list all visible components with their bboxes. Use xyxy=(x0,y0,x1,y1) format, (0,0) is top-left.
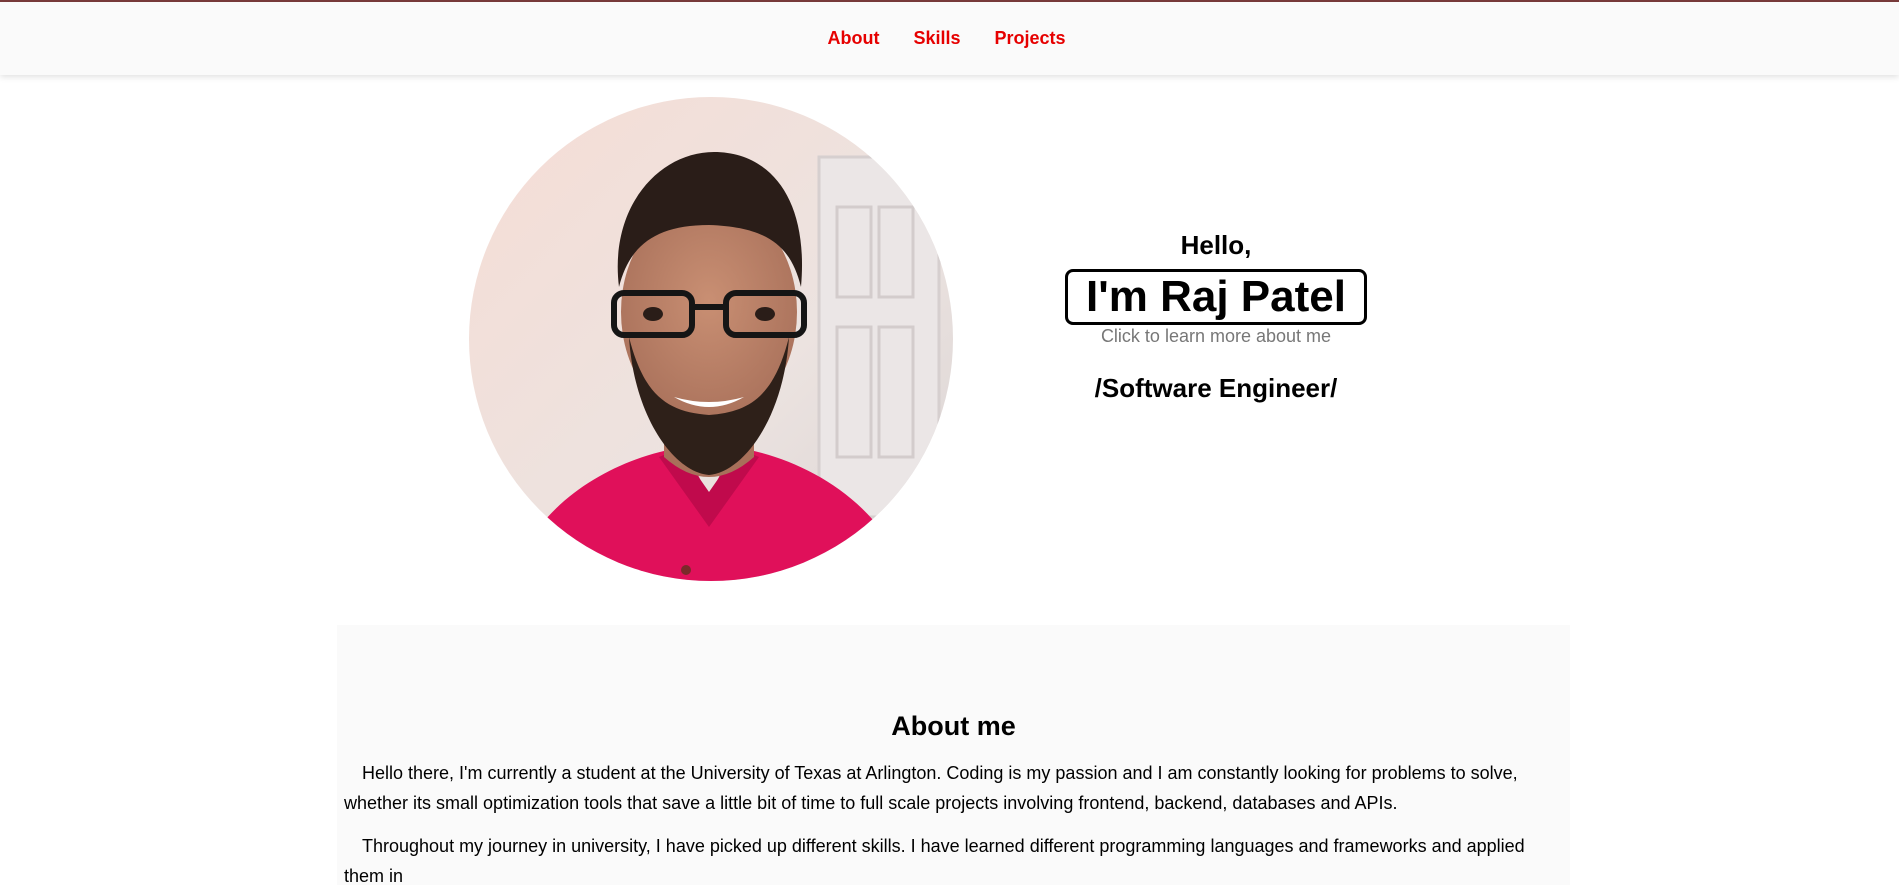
name-button[interactable]: I'm Raj Patel xyxy=(1065,269,1367,325)
top-navbar: About Skills Projects xyxy=(0,2,1899,75)
about-section: About me Hello there, I'm currently a st… xyxy=(337,625,1570,886)
nav-link-skills[interactable]: Skills xyxy=(913,28,960,49)
nav-link-about[interactable]: About xyxy=(827,28,879,49)
nav-link-projects[interactable]: Projects xyxy=(994,28,1065,49)
profile-photo xyxy=(469,97,953,581)
name-hint-text: Click to learn more about me xyxy=(1100,326,1332,346)
about-paragraph: Throughout my journey in university, I h… xyxy=(344,836,1525,886)
greeting-text: Hello, xyxy=(1180,230,1252,260)
intro-block: Hello, I'm Raj Patel Click to learn more… xyxy=(1040,225,1392,405)
role-title: /Software Engineer/ xyxy=(1094,373,1338,403)
about-paragraph: Hello there, I'm currently a student at … xyxy=(344,763,1518,813)
about-heading: About me xyxy=(891,711,1016,741)
hero-section: Hello, I'm Raj Patel Click to learn more… xyxy=(0,75,1899,595)
